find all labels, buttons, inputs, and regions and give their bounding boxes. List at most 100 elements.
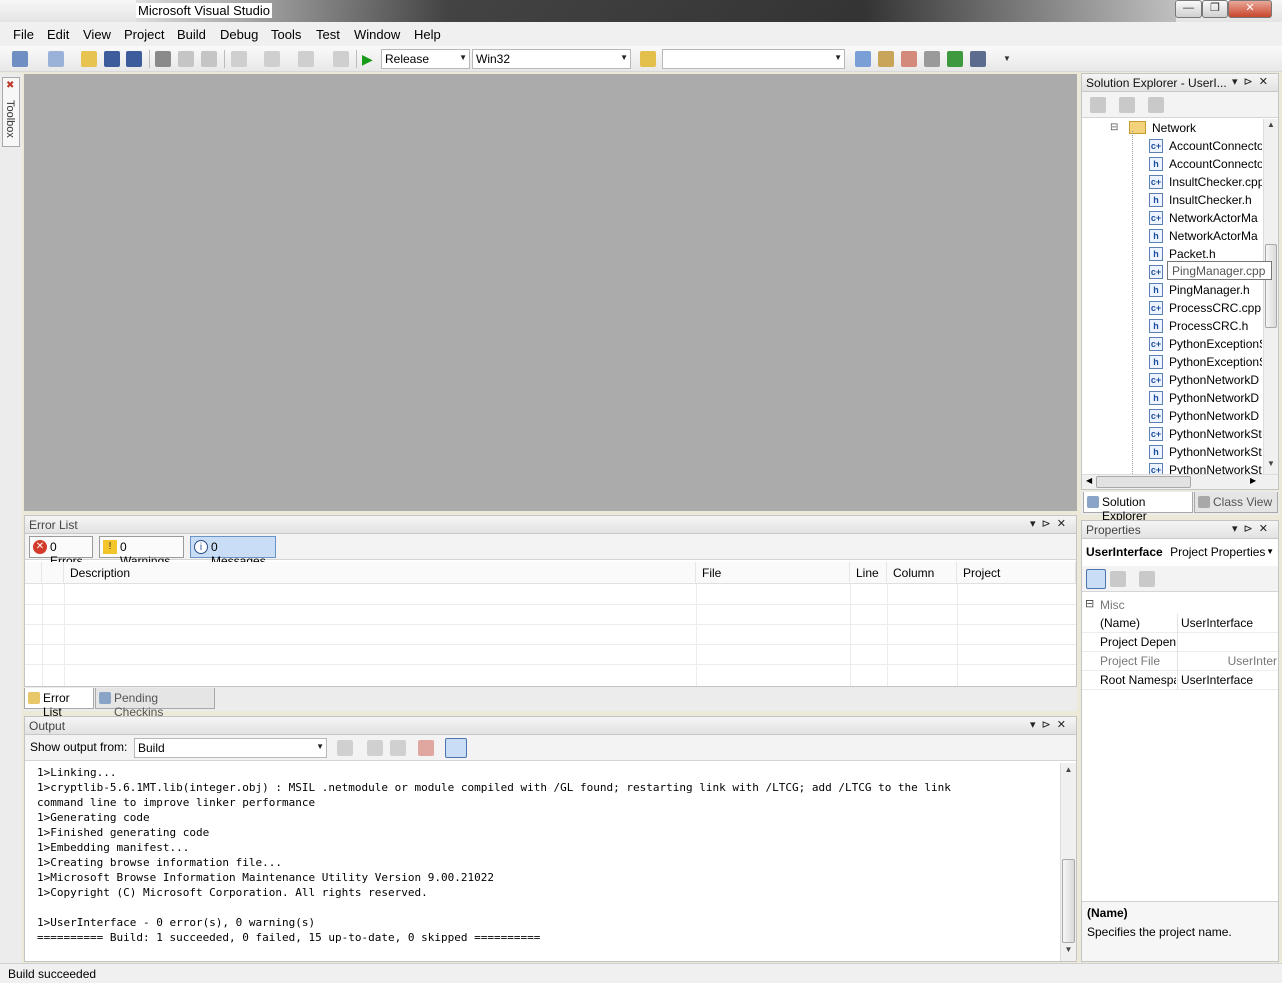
column-column[interactable]: Column <box>887 562 957 584</box>
scroll-down-icon[interactable]: ▼ <box>1061 945 1076 959</box>
solution-scrollbar-vertical[interactable]: ▲ ▼ <box>1263 119 1278 474</box>
solution-explorer-tab-icon <box>1087 496 1099 508</box>
toolbox-tab[interactable]: ✖ Toolbox <box>2 77 20 147</box>
navigate-forward-icon[interactable] <box>333 51 349 67</box>
solution-configuration-select[interactable]: Release ▼ <box>381 49 470 69</box>
menu-view[interactable]: View <box>83 27 111 42</box>
errors-filter-button[interactable]: ✕ 0 Errors <box>29 536 93 568</box>
column-line[interactable]: Line <box>850 562 887 584</box>
navigate-backward-icon[interactable] <box>298 51 314 67</box>
cpp-file-icon: c+ <box>1149 211 1163 225</box>
paste-icon[interactable] <box>201 51 217 67</box>
output-scrollbar[interactable]: ▲ ▼ <box>1060 763 1076 961</box>
property-pages-icon[interactable] <box>1139 571 1155 587</box>
menu-test[interactable]: Test <box>316 27 340 42</box>
column-description[interactable]: Description <box>64 562 696 584</box>
find-message-icon[interactable] <box>337 740 353 756</box>
solution-platform-select[interactable]: Win32 ▼ <box>472 49 631 69</box>
command-window-icon[interactable] <box>970 51 986 67</box>
alphabetical-icon[interactable] <box>1110 571 1126 587</box>
word-wrap-icon[interactable] <box>445 738 467 758</box>
tab-solution-explorer[interactable]: Solution Explorer <box>1083 492 1193 523</box>
scroll-thumb[interactable] <box>1062 859 1075 943</box>
properties-object-select[interactable]: UserInterface Project Properties ▼ <box>1084 543 1276 563</box>
save-all-icon[interactable] <box>126 51 142 67</box>
tab-class-view[interactable]: Class View <box>1194 492 1278 513</box>
panel-controls[interactable]: ▾⊳✕ <box>1232 522 1274 535</box>
prop-row-name[interactable]: (Name) UserInterface <box>1082 614 1278 633</box>
maximize-button[interactable]: ❐ <box>1202 0 1228 18</box>
close-window-button[interactable]: ✕ <box>1228 0 1272 18</box>
output-text[interactable]: 1>Linking... 1>cryptlib-5.6.1MT.lib(inte… <box>37 765 1057 945</box>
add-item-icon[interactable] <box>48 51 64 67</box>
scroll-thumb[interactable] <box>1265 244 1277 328</box>
file-name: PythonNetworkSt <box>1169 427 1262 441</box>
header-file-icon: h <box>1149 391 1163 405</box>
menu-file[interactable]: File <box>13 27 34 42</box>
find-combo[interactable]: ▼ <box>662 49 845 69</box>
prop-value: UserInterface <box>1181 673 1254 687</box>
save-icon[interactable] <box>104 51 120 67</box>
warnings-filter-button[interactable]: ! 0 Warnings <box>99 536 184 568</box>
new-project-icon[interactable] <box>12 51 28 67</box>
scroll-up-icon[interactable]: ▲ <box>1264 120 1278 134</box>
scroll-down-icon[interactable]: ▼ <box>1264 459 1278 473</box>
toolbar-options-icon[interactable]: ▼ <box>1003 54 1013 66</box>
menu-project[interactable]: Project <box>124 27 164 42</box>
solution-explorer-icon[interactable] <box>855 51 871 67</box>
tab-pending-checkins[interactable]: Pending Checkins <box>95 688 215 719</box>
toolbox-strip: ✖ Toolbox <box>0 73 22 963</box>
scroll-left-icon[interactable]: ◀ <box>1086 476 1092 485</box>
editor-area[interactable] <box>24 74 1077 511</box>
categorized-icon[interactable] <box>1086 569 1106 589</box>
menu-debug[interactable]: Debug <box>220 27 258 42</box>
menu-build[interactable]: Build <box>177 27 206 42</box>
clear-all-icon[interactable] <box>418 740 434 756</box>
grid-head-indicator <box>25 562 42 584</box>
properties-title: Properties <box>1086 523 1141 537</box>
prop-row-root-namespace[interactable]: Root Namespa UserInterface <box>1082 671 1278 690</box>
cut-icon[interactable] <box>155 51 171 67</box>
panel-controls[interactable]: ▾⊳✕ <box>1232 75 1274 88</box>
collapse-icon[interactable]: ⊟ <box>1085 597 1094 610</box>
menu-edit[interactable]: Edit <box>47 27 69 42</box>
warning-icon: ! <box>103 540 117 554</box>
copy-icon[interactable] <box>178 51 194 67</box>
toolbox-icon[interactable] <box>924 51 940 67</box>
prop-key: (Name) <box>1100 616 1141 630</box>
scroll-right-icon[interactable]: ▶ <box>1250 476 1256 485</box>
menu-tools[interactable]: Tools <box>271 27 301 42</box>
prop-row-project-dependencies[interactable]: Project Depend <box>1082 633 1278 652</box>
redo-icon[interactable] <box>264 51 280 67</box>
next-message-icon[interactable] <box>390 740 406 756</box>
find-in-files-icon[interactable] <box>640 51 656 67</box>
menu-window[interactable]: Window <box>354 27 400 42</box>
prop-row-project-file[interactable]: Project File UserInter <box>1082 652 1278 671</box>
start-page-icon[interactable] <box>947 51 963 67</box>
collapse-icon[interactable]: ⊟ <box>1110 122 1118 133</box>
class-diagram-icon[interactable] <box>1148 97 1164 113</box>
start-debugging-icon[interactable]: ▶ <box>362 51 378 67</box>
messages-filter-button[interactable]: i 0 Messages <box>190 536 276 568</box>
undo-icon[interactable] <box>231 51 247 67</box>
output-source-select[interactable]: Build ▼ <box>134 738 327 758</box>
column-project[interactable]: Project <box>957 562 1076 584</box>
header-file-icon: h <box>1149 157 1163 171</box>
object-browser-icon[interactable] <box>901 51 917 67</box>
panel-controls[interactable]: ▾⊳✕ <box>1030 718 1072 731</box>
menu-help[interactable]: Help <box>414 27 441 42</box>
previous-message-icon[interactable] <box>367 740 383 756</box>
show-all-files-icon[interactable] <box>1119 97 1135 113</box>
scroll-up-icon[interactable]: ▲ <box>1061 765 1076 779</box>
h-scroll-thumb[interactable] <box>1096 476 1191 488</box>
solution-scrollbar-horizontal[interactable]: ◀ ▶ <box>1082 474 1278 489</box>
column-file[interactable]: File <box>696 562 850 584</box>
properties-icon[interactable] <box>1090 97 1106 113</box>
properties-window-icon[interactable] <box>878 51 894 67</box>
tab-error-list[interactable]: Error List <box>24 688 94 719</box>
solution-tree: ⊟ Network c+ AccountConnecto h AccountConne… <box>1082 119 1262 474</box>
minimize-button[interactable]: — <box>1175 0 1202 18</box>
panel-controls[interactable]: ▾⊳✕ <box>1030 517 1072 530</box>
open-file-icon[interactable] <box>81 51 97 67</box>
category-misc[interactable]: ⊟ Misc <box>1082 596 1278 614</box>
